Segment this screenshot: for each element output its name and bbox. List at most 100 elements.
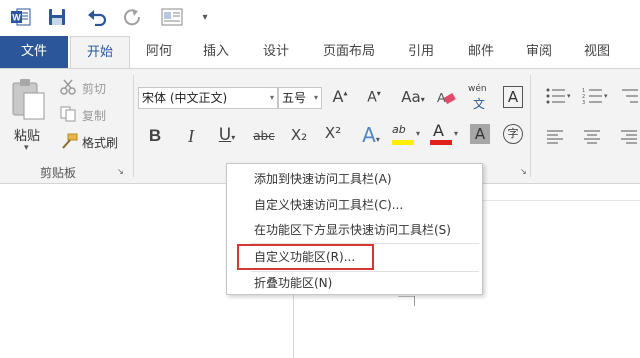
text-cursor-mark [398,296,414,297]
cut-label: 剪切 [82,82,107,96]
font-name-value: 宋体 (中文正文) [142,91,228,105]
redo-icon[interactable] [120,5,146,29]
word-app-icon: W [8,5,34,29]
bullets-button[interactable]: ▾ [545,87,573,107]
save-icon[interactable] [44,5,70,29]
underline-icon: U [218,125,232,145]
phonetic-char-text: 文 [473,97,486,111]
multilevel-list-button[interactable] [620,87,640,107]
paste-label: 粘贴 [14,129,41,144]
align-right-button[interactable] [621,129,640,145]
multilevel-list-icon [622,89,638,103]
clear-formatting-button[interactable]: A [436,89,456,107]
undo-icon[interactable] [84,5,110,29]
superscript-button[interactable]: X² [322,124,344,142]
font-color-button[interactable]: A ▾ [430,121,462,149]
numbered-list-icon: 1 2 3 ▾ [582,88,608,106]
phonetic-pinyin-text: wén [468,84,487,94]
menu-item-customize-qat[interactable]: 自定义快速访问工具栏(C)... [227,192,482,218]
shrink-font-icon: A [367,89,377,106]
enclose-characters-button[interactable]: 字 [503,124,523,144]
align-center-icon [584,130,600,144]
group-divider [133,75,134,177]
word-logo-text: W [12,13,21,23]
paste-button[interactable]: 粘贴 ▾ [8,77,48,157]
change-case-button[interactable]: Aa▾ [396,88,430,106]
bold-button[interactable]: B [146,126,164,146]
eraser-icon: A [437,90,456,105]
font-size-value: 五号 [282,91,307,105]
grow-font-icon: A [332,87,344,106]
menu-item-show-qat-below[interactable]: 在功能区下方显示快速访问工具栏(S) [227,217,482,243]
highlight-box [237,244,374,270]
character-shading-button[interactable]: A [470,124,490,144]
tab-home[interactable]: 开始 [70,36,130,69]
tab-references[interactable]: 引用 [396,36,446,68]
tab-view[interactable]: 视图 [572,36,622,68]
chevron-down-icon: ▾ [269,93,274,102]
cut-button[interactable]: 剪切 [60,78,130,98]
menu-item-add-to-qat[interactable]: 添加到快速访问工具栏(A) [227,166,482,192]
copy-button[interactable]: 复制 [60,105,130,125]
align-center-button[interactable] [584,129,604,145]
font-color-icon: A [433,121,444,140]
numbering-button[interactable]: 1 2 3 ▾ [582,87,610,107]
align-left-button[interactable] [547,129,567,145]
font-launcher-icon[interactable]: ↘ [520,167,527,176]
character-shading-icon: A [474,125,486,143]
highlight-button[interactable]: ab ▾ [392,123,424,149]
format-painter-button[interactable]: 格式刷 [60,132,130,152]
menu-item-collapse-ribbon[interactable]: 折叠功能区(N) [227,270,482,296]
chevron-down-icon: ▾ [454,129,459,138]
tab-design[interactable]: 设计 [251,36,301,68]
clipboard-group-label: 剪贴板 [40,166,77,180]
font-name-combo[interactable]: 宋体 (中文正文) ▾ [138,87,278,109]
format-painter-label: 格式刷 [82,136,119,150]
copy-icon [60,106,76,122]
character-border-icon: A [507,88,519,106]
scissors-icon [60,79,76,95]
customize-qat-arrow-icon[interactable]: ▾ [198,5,212,29]
copy-label: 复制 [82,109,107,123]
subscript-button[interactable]: X₂ [288,126,310,144]
bullet-list-icon: ▾ [546,88,571,104]
tab-mailings[interactable]: 邮件 [456,36,506,68]
clipboard-launcher-icon[interactable]: ↘ [117,167,124,176]
strikethrough-button[interactable]: abc [250,129,278,143]
print-preview-icon[interactable] [158,5,186,29]
enclose-characters-icon: 字 [507,127,519,140]
grow-font-button[interactable]: A▴ [330,87,350,106]
text-effects-icon: A [362,123,376,147]
chevron-down-icon: ▾ [416,129,421,138]
group-divider [530,75,531,177]
underline-button[interactable]: U▾ [212,125,242,145]
phonetic-guide-button[interactable]: wén 文 [468,84,492,112]
tab-custom[interactable]: 阿何 [134,36,184,68]
ribbon-tabs: 文件 开始 阿何 插入 设计 页面布局 引用 邮件 审阅 视图 [0,36,640,69]
highlight-icon: ab [392,123,406,136]
paste-dropdown-arrow-icon: ▾ [24,143,29,153]
shrink-font-button[interactable]: A▾ [364,89,384,106]
change-case-icon: Aa [401,88,421,106]
font-color-swatch [430,140,452,145]
chevron-down-icon: ▾ [313,93,318,102]
svg-text:3: 3 [582,100,585,105]
tab-review[interactable]: 审阅 [514,36,564,68]
tab-insert[interactable]: 插入 [191,36,241,68]
text-cursor [414,296,415,306]
highlight-color-swatch [392,140,414,145]
italic-button[interactable]: I [182,126,200,147]
tab-page-layout[interactable]: 页面布局 [314,36,384,68]
ribbon-context-menu: 添加到快速访问工具栏(A) 自定义快速访问工具栏(C)... 在功能区下方显示快… [226,163,483,295]
svg-text:▾: ▾ [567,92,571,100]
character-border-button[interactable]: A [503,86,523,108]
quick-access-toolbar: W ▾ [0,0,640,34]
brush-icon [62,133,78,149]
font-size-combo[interactable]: 五号 ▾ [278,87,322,109]
align-left-icon [547,130,563,144]
text-effects-button[interactable]: A▾ [356,123,386,147]
tab-file[interactable]: 文件 [0,36,68,68]
clipboard-icon [12,79,45,120]
svg-text:▾: ▾ [604,92,608,100]
align-right-icon [621,130,637,144]
